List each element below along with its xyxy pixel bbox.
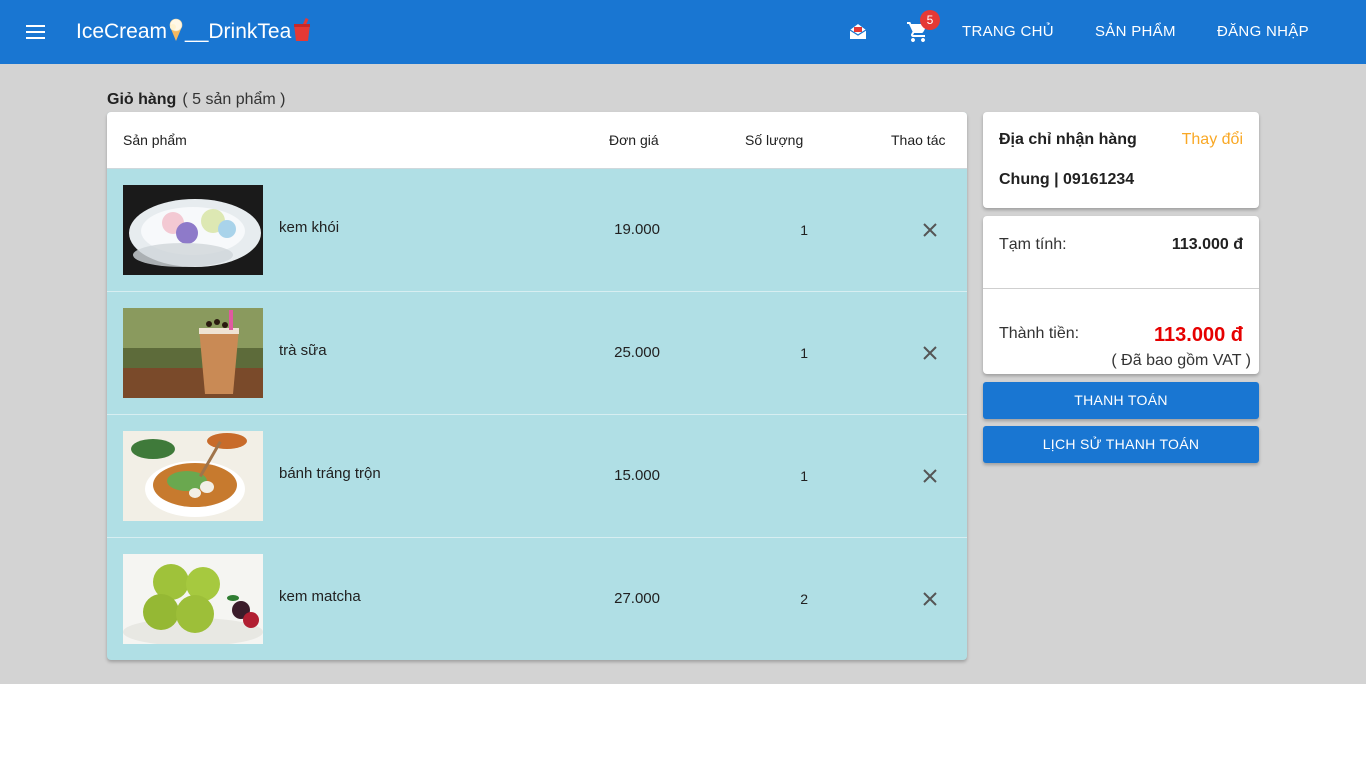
mail-icon[interactable]	[848, 22, 868, 42]
brand-subtitle: __DrinkTea	[185, 20, 292, 43]
brand-name: IceCream	[76, 20, 168, 43]
drink-cup-icon	[294, 17, 311, 41]
cart-title: Giỏ hàng	[107, 91, 177, 108]
cart-table: Sản phẩm Đơn giá Số lượng Thao tác kem k	[107, 112, 967, 660]
change-address-link[interactable]: Thay đổi	[1182, 130, 1243, 150]
product-name: kem khói	[279, 219, 340, 236]
column-quantity: Số lượng	[745, 132, 804, 148]
product-price: 27.000	[614, 590, 660, 607]
cart-row: kem khói 19.000 1	[107, 169, 967, 292]
cart-heading: Giỏ hàng ( 5 sản phẩm )	[107, 90, 285, 110]
checkout-button[interactable]: THANH TOÁN	[983, 382, 1259, 419]
nav-products[interactable]: SẢN PHẨM	[1095, 22, 1176, 42]
remove-item-icon[interactable]	[922, 591, 938, 607]
subtotal-label: Tạm tính:	[999, 236, 1067, 253]
product-image-rice-paper-salad[interactable]	[123, 431, 263, 521]
product-quantity[interactable]: 1	[757, 221, 808, 239]
summary-divider	[983, 288, 1259, 289]
total-value: 113.000 đ	[1154, 324, 1243, 346]
cart-count-badge: 5	[920, 10, 940, 30]
column-product: Sản phẩm	[123, 132, 187, 148]
total-label: Thành tiền:	[999, 325, 1080, 342]
product-price: 19.000	[614, 221, 660, 238]
address-title: Địa chỉ nhận hàng	[999, 131, 1137, 148]
product-image-milk-tea[interactable]	[123, 308, 263, 398]
product-quantity[interactable]: 2	[757, 590, 808, 608]
product-name: kem matcha	[279, 588, 361, 605]
brand-logo[interactable]: IceCream __DrinkTea	[76, 17, 313, 46]
main-content: Giỏ hàng ( 5 sản phẩm ) Sản phẩm Đơn giá …	[0, 64, 1366, 684]
cart-table-header: Sản phẩm Đơn giá Số lượng Thao tác	[107, 112, 967, 169]
app-bar: IceCream __DrinkTea 5 TRANG CHỦ SẢN PHẨM …	[0, 0, 1366, 64]
remove-item-icon[interactable]	[922, 468, 938, 484]
address-value: Chung | 09161234	[999, 171, 1135, 188]
nav-login[interactable]: ĐĂNG NHẬP	[1217, 22, 1309, 42]
product-name: bánh tráng trộn	[279, 465, 381, 482]
shipping-address-card: Địa chỉ nhận hàng Thay đổi Chung | 09161…	[983, 112, 1259, 208]
cart-row: kem matcha 27.000 2	[107, 538, 967, 660]
product-name: trà sữa	[279, 342, 327, 359]
remove-item-icon[interactable]	[922, 345, 938, 361]
product-price: 25.000	[614, 344, 660, 361]
cart-row: bánh tráng trộn 15.000 1	[107, 415, 967, 538]
menu-icon[interactable]	[24, 22, 48, 42]
remove-item-icon[interactable]	[922, 222, 938, 238]
cart-row: trà sữa 25.000 1	[107, 292, 967, 415]
vat-note: ( Đã bao gồm VAT )	[1111, 352, 1251, 369]
product-price: 15.000	[614, 467, 660, 484]
column-unit-price: Đơn giá	[609, 132, 659, 148]
ice-cream-icon	[169, 18, 183, 41]
product-quantity[interactable]: 1	[757, 467, 808, 485]
order-summary-card: Tạm tính: 113.000 đ Thành tiền: 113.000 …	[983, 216, 1259, 374]
column-actions: Thao tác	[891, 132, 946, 148]
nav-home[interactable]: TRANG CHỦ	[962, 22, 1054, 42]
product-quantity[interactable]: 1	[757, 344, 808, 362]
cart-item-count: ( 5 sản phẩm )	[182, 91, 286, 108]
subtotal-value: 113.000 đ	[1171, 236, 1243, 253]
payment-history-button[interactable]: LỊCH SỬ THANH TOÁN	[983, 426, 1259, 463]
product-image-matcha-ice-cream[interactable]	[123, 554, 263, 644]
product-image-smoke-ice-cream[interactable]	[123, 185, 263, 275]
